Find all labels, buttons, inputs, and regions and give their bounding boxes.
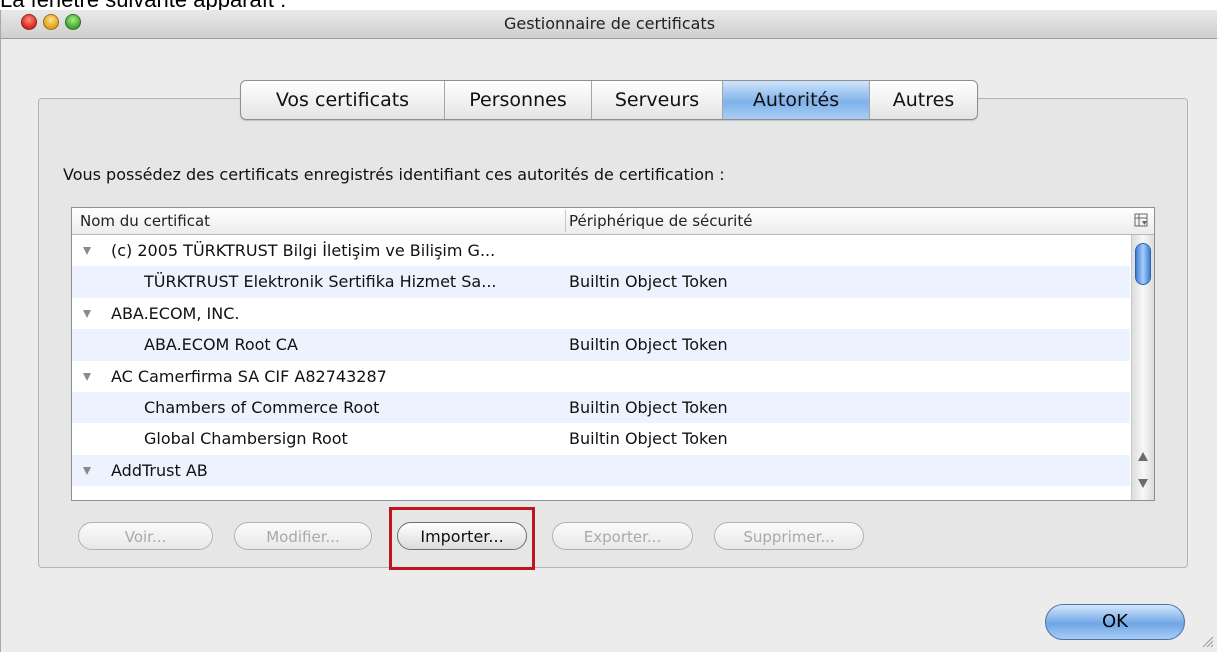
certificate-manager-window: Gestionnaire de certificats Vos certific…	[0, 10, 1217, 652]
scroll-down-icon[interactable]	[1136, 475, 1150, 491]
column-picker-icon[interactable]	[1134, 213, 1148, 227]
resize-grip-icon[interactable]	[1200, 634, 1214, 648]
table-row[interactable]: AddTrust AB	[72, 454, 1130, 487]
certificate-table: Nom du certificat Périphérique de sécuri…	[71, 207, 1155, 501]
certificate-name: ABA.ECOM Root CA	[144, 335, 298, 355]
delete-button[interactable]: Supprimer...	[714, 522, 864, 550]
disclosure-triangle-icon[interactable]	[83, 466, 91, 475]
table-row[interactable]: ABA.ECOM, INC.	[72, 298, 1130, 329]
tab-bar: Vos certificats Personnes Serveurs Autor…	[240, 80, 978, 120]
tab-personnes[interactable]: Personnes	[445, 81, 592, 119]
window-title: Gestionnaire de certificats	[503, 14, 716, 33]
security-device: Builtin Object Token	[569, 397, 728, 417]
certificate-name: Global Chambersign Root	[144, 429, 348, 449]
column-header-device[interactable]: Périphérique de sécurité	[569, 208, 752, 234]
scroll-up-icon[interactable]	[1136, 449, 1150, 465]
column-header-name[interactable]: Nom du certificat	[80, 208, 210, 234]
tab-vos-certificats[interactable]: Vos certificats	[241, 81, 445, 119]
table-row[interactable]: ABA.ECOM Root CA Builtin Object Token	[72, 329, 1130, 361]
description-text: Vous possédez des certificats enregistré…	[63, 165, 725, 184]
security-device: Builtin Object Token	[569, 272, 728, 292]
table-header: Nom du certificat Périphérique de sécuri…	[72, 208, 1154, 235]
disclosure-triangle-icon[interactable]	[83, 309, 91, 318]
column-divider	[565, 210, 566, 232]
table-row[interactable]: Global Chambersign Root Builtin Object T…	[72, 423, 1130, 454]
disclosure-triangle-icon[interactable]	[83, 372, 91, 381]
tab-autorites[interactable]: Autorités	[723, 81, 870, 119]
tab-serveurs[interactable]: Serveurs	[592, 81, 723, 119]
vertical-scrollbar[interactable]	[1131, 235, 1154, 500]
certificate-name: (c) 2005 TÜRKTRUST Bilgi İletişim ve Bil…	[111, 241, 496, 260]
security-device: Builtin Object Token	[569, 429, 728, 449]
security-device: Builtin Object Token	[569, 335, 728, 355]
title-bar: Gestionnaire de certificats	[1, 10, 1217, 39]
export-button[interactable]: Exporter...	[552, 522, 693, 550]
table-row[interactable]: AC Camerfirma SA CIF A82743287	[72, 361, 1130, 392]
certificate-name: Chambers of Commerce Root	[144, 397, 380, 417]
edit-button[interactable]: Modifier...	[234, 522, 372, 550]
scrollbar-thumb[interactable]	[1135, 243, 1151, 285]
certificate-name: AddTrust AB	[111, 460, 208, 480]
certificate-name: TÜRKTRUST Elektronik Sertifika Hizmet Sa…	[144, 272, 497, 292]
view-button[interactable]: Voir...	[78, 522, 213, 550]
table-rows: (c) 2005 TÜRKTRUST Bilgi İletişim ve Bil…	[72, 235, 1130, 487]
table-row[interactable]: (c) 2005 TÜRKTRUST Bilgi İletişim ve Bil…	[72, 235, 1130, 266]
ok-button[interactable]: OK	[1045, 604, 1185, 640]
disclosure-triangle-icon[interactable]	[83, 247, 91, 255]
table-row[interactable]: Chambers of Commerce Root Builtin Object…	[72, 391, 1130, 424]
certificate-name: ABA.ECOM, INC.	[111, 303, 240, 323]
tab-autres[interactable]: Autres	[870, 81, 977, 119]
import-highlight-box	[389, 507, 535, 570]
certificate-name: AC Camerfirma SA CIF A82743287	[111, 366, 387, 386]
table-row[interactable]: TÜRKTRUST Elektronik Sertifika Hizmet Sa…	[72, 266, 1130, 298]
